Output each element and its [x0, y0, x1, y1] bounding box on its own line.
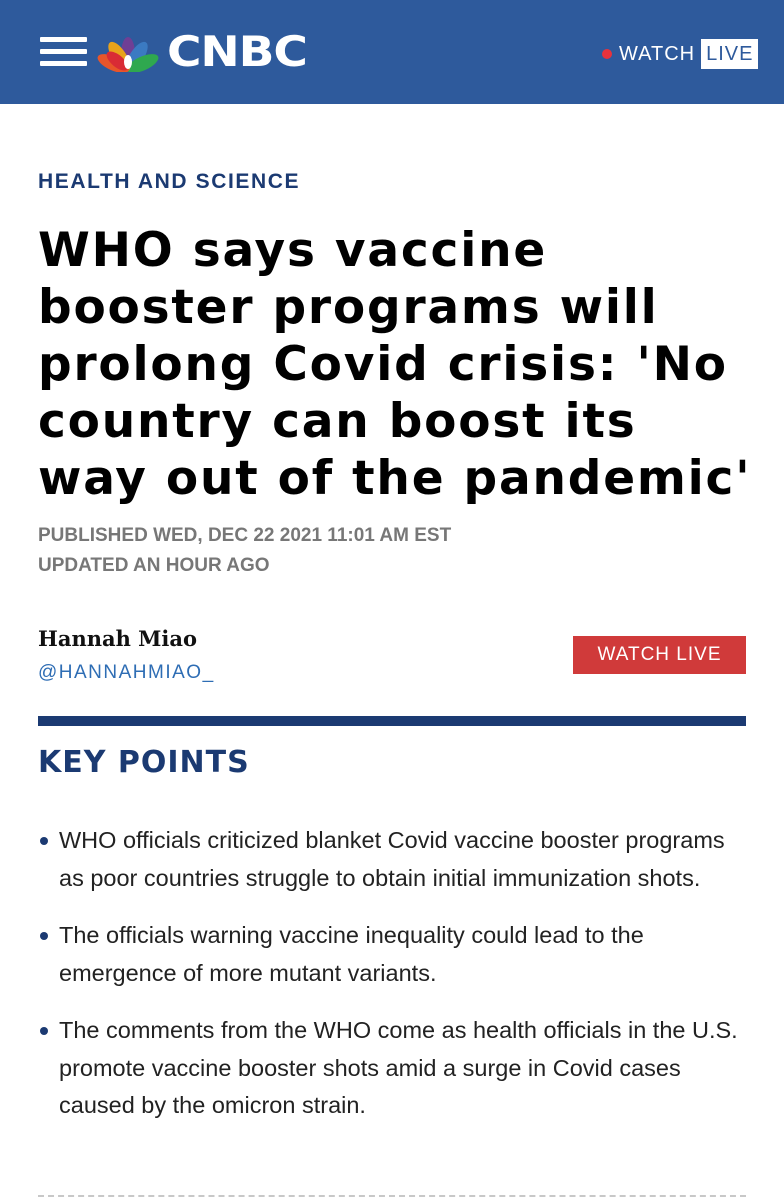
watch-label: WATCH: [619, 42, 696, 65]
key-point-item: The comments from the WHO come as health…: [38, 1012, 748, 1125]
dashed-divider: [38, 1195, 746, 1197]
watch-live-header-link[interactable]: WATCH LIVE: [602, 38, 759, 70]
bullet-dot-icon: [40, 837, 48, 845]
key-point-text: WHO officials criticized blanket Covid v…: [59, 827, 725, 891]
author-twitter-handle[interactable]: @HANNAHMIAO_: [38, 662, 215, 684]
hamburger-menu-icon[interactable]: [40, 37, 87, 67]
author-name[interactable]: Hannah Miao: [38, 626, 197, 651]
section-label[interactable]: HEALTH AND SCIENCE: [38, 170, 300, 194]
watch-live-button[interactable]: WATCH LIVE: [573, 636, 746, 674]
key-point-item: WHO officials criticized blanket Covid v…: [38, 822, 748, 897]
top-navigation-bar: CNBC WATCH LIVE: [0, 0, 784, 104]
bullet-dot-icon: [40, 932, 48, 940]
published-timestamp: PUBLISHED WED, DEC 22 2021 11:01 AM EST: [38, 525, 452, 546]
live-badge: LIVE: [701, 39, 759, 69]
key-point-text: The comments from the WHO come as health…: [59, 1017, 738, 1118]
bullet-dot-icon: [40, 1027, 48, 1035]
updated-timestamp: UPDATED AN HOUR AGO: [38, 555, 270, 576]
cnbc-wordmark[interactable]: CNBC: [167, 26, 308, 78]
key-points-title: KEY POINTS: [38, 745, 250, 780]
peacock-logo-icon[interactable]: [93, 26, 163, 72]
article-headline: WHO says vaccine booster programs will p…: [38, 223, 752, 506]
key-point-text: The officials warning vaccine inequality…: [59, 922, 644, 986]
key-point-item: The officials warning vaccine inequality…: [38, 917, 748, 992]
section-divider: [38, 716, 746, 726]
live-dot-icon: [602, 49, 612, 59]
key-points-list: WHO officials criticized blanket Covid v…: [38, 822, 748, 1145]
